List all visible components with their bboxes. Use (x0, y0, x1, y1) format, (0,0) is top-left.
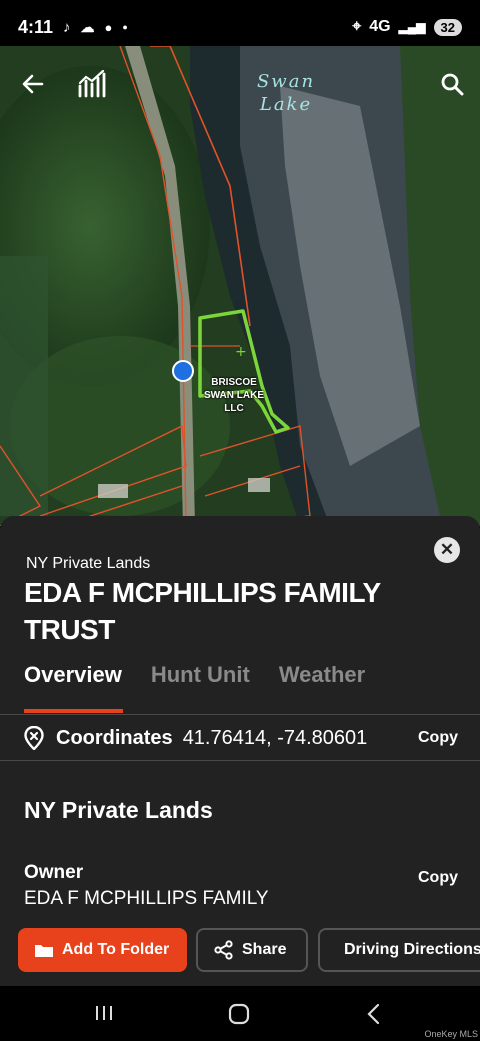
lake-label: Swan Lake (256, 71, 316, 115)
parcel-label[interactable]: BRISCOE SWAN LAKE LLC (204, 376, 264, 415)
tab-bar: Overview Hunt Unit Weather (24, 662, 365, 688)
driving-directions-label: Driving Directions (344, 941, 480, 958)
tiktok-icon: ♪ (63, 18, 71, 36)
back-button[interactable] (22, 72, 44, 100)
add-to-folder-label: Add To Folder (62, 941, 170, 958)
share-label: Share (242, 941, 287, 958)
arrow-left-icon (22, 74, 44, 94)
signal-icon: ▂▄▆ (398, 20, 426, 34)
home-button[interactable] (228, 1003, 250, 1031)
driving-directions-button[interactable]: Driving Directions (318, 928, 480, 972)
battery-indicator: 32 (433, 18, 462, 36)
coordinates-value: 41.76414, -74.80601 (182, 726, 368, 749)
add-to-folder-button[interactable]: Add To Folder (18, 928, 187, 972)
map-view[interactable]: + (0, 46, 480, 526)
action-bar: Add To Folder Share Driving Directions (0, 928, 480, 974)
share-icon (214, 940, 233, 960)
chart-button[interactable] (78, 69, 108, 103)
folder-icon (35, 945, 53, 957)
recent-apps-icon (96, 1006, 112, 1020)
message-icon: ● (104, 19, 113, 35)
coordinates-label: Coordinates (56, 726, 173, 749)
parcel-title: EDA F MCPHILLIPS FAMILY TRUST (24, 577, 381, 645)
parcel-centroid-icon: + (235, 344, 247, 360)
tab-weather[interactable]: Weather (279, 662, 365, 688)
section-title: NY Private Lands (24, 797, 213, 823)
back-nav-button[interactable] (366, 1003, 382, 1031)
share-button[interactable]: Share (196, 928, 308, 972)
close-icon: ✕ (439, 540, 455, 559)
owner-value: EDA F MCPHILLIPS FAMILY (24, 888, 269, 909)
tab-overview[interactable]: Overview (24, 662, 122, 688)
divider (0, 760, 480, 761)
divider (0, 714, 480, 715)
location-pin-icon (24, 726, 44, 750)
search-button[interactable] (440, 72, 464, 101)
parcel-category: NY Private Lands (26, 555, 151, 572)
map-satellite: + (0, 46, 480, 526)
location-status-icon: ⌖ (352, 18, 362, 35)
chart-icon (78, 69, 106, 98)
tab-hunt-unit[interactable]: Hunt Unit (151, 662, 250, 688)
watermark: OneKey MLS (424, 1029, 478, 1039)
cloud-icon: ☁ (80, 18, 95, 35)
active-tab-indicator (24, 709, 123, 713)
copy-owner-button[interactable]: Copy (418, 869, 458, 887)
owner-label: Owner (24, 862, 84, 883)
network-label: 4G (369, 18, 391, 35)
current-location-marker (172, 360, 194, 382)
close-button[interactable]: ✕ (434, 537, 460, 563)
chevron-left-icon (367, 1003, 380, 1025)
search-icon (441, 73, 464, 96)
status-time: 4:11 (18, 16, 54, 37)
dot-icon: ● (122, 22, 128, 32)
recent-apps-button[interactable] (94, 1003, 114, 1029)
home-icon (228, 1003, 250, 1025)
copy-coordinates-button[interactable]: Copy (418, 729, 458, 747)
coordinates-row: Coordinates 41.76414, -74.80601 (24, 725, 464, 751)
